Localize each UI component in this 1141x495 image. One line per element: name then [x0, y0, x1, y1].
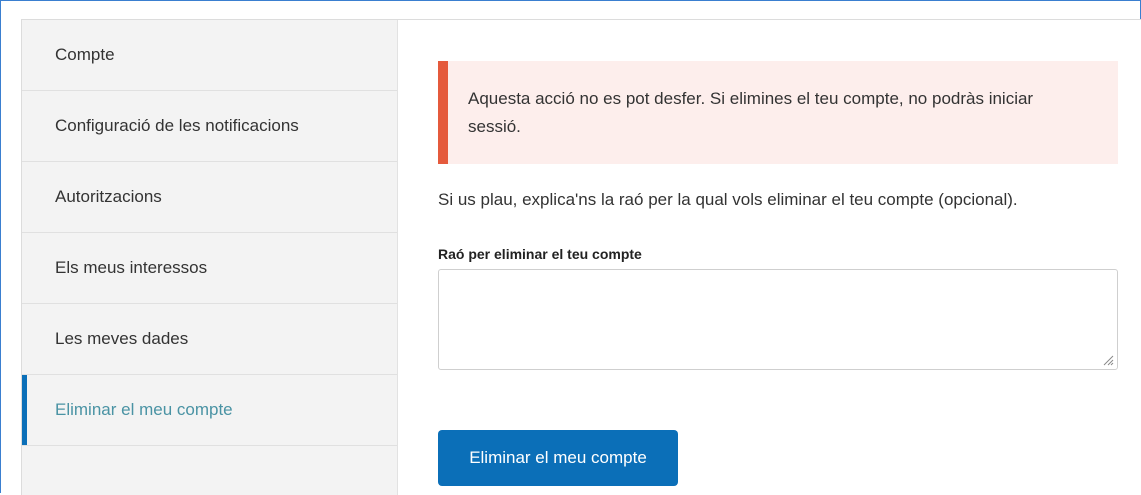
sidebar-item-label: Autoritzacions: [55, 187, 162, 206]
sidebar-item-label: Eliminar el meu compte: [55, 400, 233, 419]
sidebar-item-my-data[interactable]: Les meves dades: [22, 304, 397, 375]
reason-label: Raó per eliminar el teu compte: [438, 246, 642, 262]
sidebar-item-label: Els meus interessos: [55, 258, 208, 277]
delete-account-button[interactable]: Eliminar el meu compte: [438, 430, 678, 486]
sidebar-item-notification-settings[interactable]: Configuració de les notificacions: [22, 91, 397, 162]
sidebar: Compte Configuració de les notificacions…: [22, 20, 398, 495]
account-settings-card: Compte Configuració de les notificacions…: [21, 19, 1141, 495]
resize-grip-icon[interactable]: [1102, 354, 1114, 366]
window-frame: Compte Configuració de les notificacions…: [0, 0, 1141, 495]
sidebar-item-label: Compte: [55, 45, 115, 64]
sidebar-item-authorizations[interactable]: Autoritzacions: [22, 162, 397, 233]
sidebar-item-delete-account[interactable]: Eliminar el meu compte: [22, 375, 397, 446]
sidebar-item-my-interests[interactable]: Els meus interessos: [22, 233, 397, 304]
alert-message: Aquesta acció no es pot desfer. Si elimi…: [468, 89, 1034, 136]
reason-textarea[interactable]: [438, 269, 1118, 370]
intro-text: Si us plau, explica'ns la raó per la qua…: [438, 190, 1018, 209]
sidebar-item-label: Les meves dades: [55, 329, 189, 348]
sidebar-item-account[interactable]: Compte: [22, 20, 397, 91]
warning-alert: Aquesta acció no es pot desfer. Si elimi…: [438, 61, 1118, 164]
sidebar-item-label: Configuració de les notificacions: [55, 116, 299, 135]
